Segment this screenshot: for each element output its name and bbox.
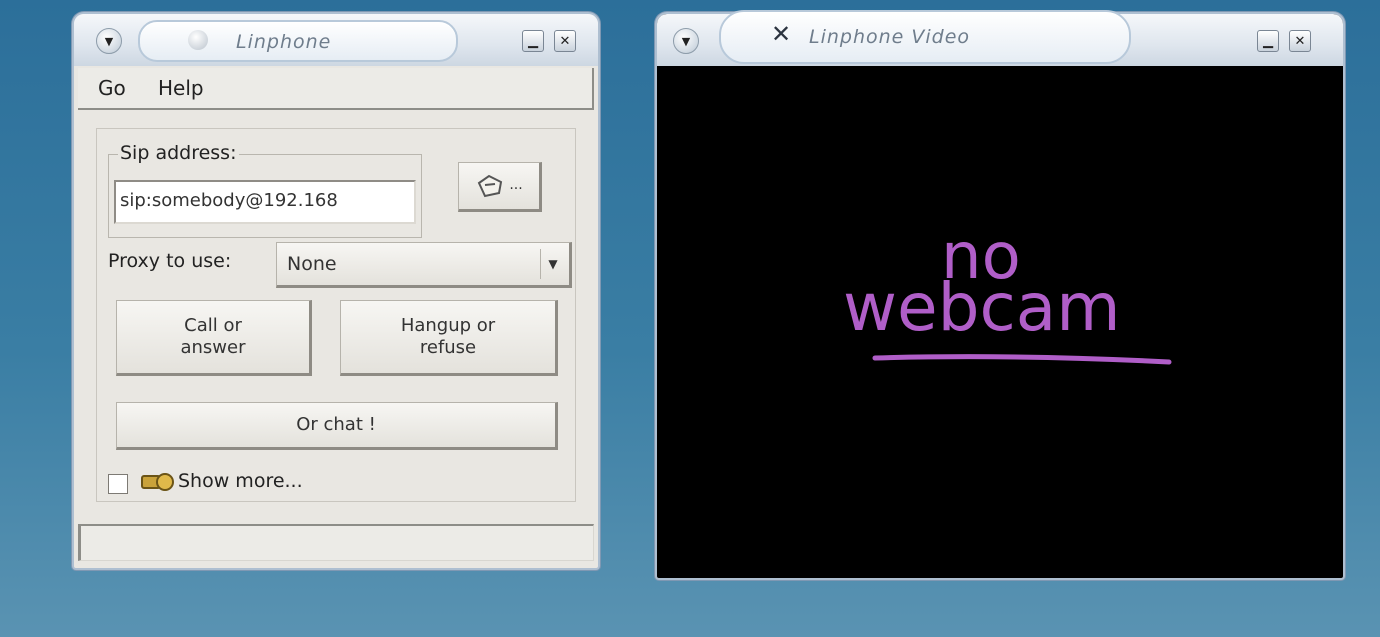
hangup-button[interactable]: Hangup or refuse <box>340 300 558 376</box>
video-titlebar[interactable]: ▼ ✕ Linphone Video ▁ ✕ <box>657 10 1343 66</box>
close-button[interactable]: ✕ <box>554 30 576 52</box>
proxy-label: Proxy to use: <box>108 250 232 272</box>
sip-address-label: Sip address: <box>118 142 239 164</box>
main-titlebar[interactable]: ▼ Linphone ▁ ✕ <box>74 14 598 66</box>
linphone-main-window: ▼ Linphone ▁ ✕ Go Help Sip address: sip:… <box>72 12 600 570</box>
window-menu-button[interactable]: ▼ <box>96 28 122 54</box>
main-window-title: Linphone <box>236 31 332 53</box>
proxy-select[interactable]: None ▼ <box>276 242 572 288</box>
chat-button[interactable]: Or chat ! <box>116 402 558 450</box>
addressbook-button[interactable]: ... <box>458 162 542 212</box>
menu-help[interactable]: Help <box>158 76 204 100</box>
show-more-icon <box>141 473 174 491</box>
main-title-pill: Linphone <box>138 20 458 62</box>
dropdown-arrow-icon: ▼ <box>540 249 565 279</box>
status-bar <box>78 524 594 561</box>
minimize-button[interactable]: ▁ <box>522 30 544 52</box>
placeholder-underline <box>872 354 1172 365</box>
call-button[interactable]: Call or answer <box>116 300 312 376</box>
addressbook-label: ... <box>509 177 523 194</box>
close-icon: ✕ <box>1294 33 1306 49</box>
close-icon: ✕ <box>559 33 571 49</box>
video-title-pill: ✕ Linphone Video <box>719 10 1131 64</box>
addressbook-icon <box>478 174 503 198</box>
x-logo-icon: ✕ <box>771 20 792 48</box>
minimize-icon: ▁ <box>528 33 538 49</box>
video-minimize-button[interactable]: ▁ <box>1257 30 1279 52</box>
video-display: no webcam <box>663 68 1337 572</box>
chevron-down-icon: ▼ <box>104 34 114 48</box>
video-window-menu-button[interactable]: ▼ <box>673 28 699 54</box>
menubar: Go Help <box>78 68 594 110</box>
placeholder-line2: webcam <box>843 269 1121 346</box>
video-close-button[interactable]: ✕ <box>1289 30 1311 52</box>
minimize-icon: ▁ <box>1263 33 1273 49</box>
menu-go[interactable]: Go <box>98 76 126 100</box>
proxy-selected-value: None <box>287 253 337 275</box>
app-logo-icon <box>188 30 208 50</box>
linphone-video-window: ▼ ✕ Linphone Video ▁ ✕ no webcam <box>655 10 1345 580</box>
no-webcam-placeholder: no webcam <box>843 220 1172 365</box>
show-more-label: Show more... <box>178 470 303 492</box>
chevron-down-icon: ▼ <box>681 34 691 48</box>
show-more-checkbox[interactable] <box>108 474 128 494</box>
video-window-title: Linphone Video <box>809 26 971 48</box>
sip-address-input[interactable]: sip:somebody@192.168 <box>114 180 416 224</box>
